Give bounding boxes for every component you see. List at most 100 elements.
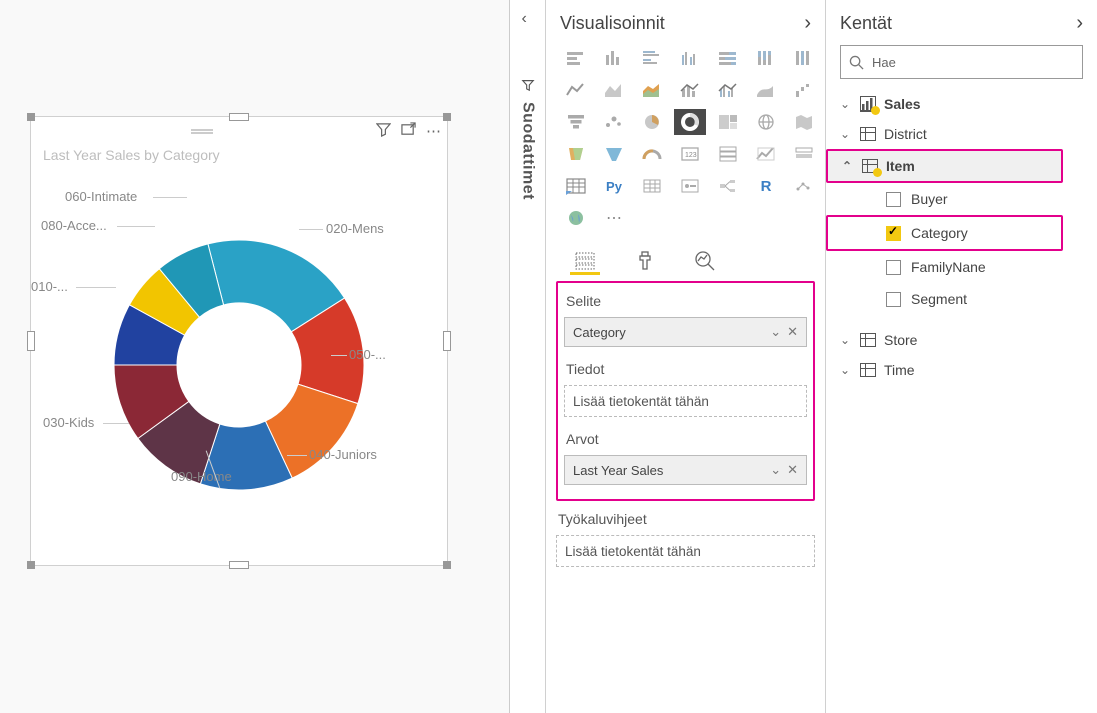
resize-handle[interactable] [443,113,451,121]
pie-icon[interactable] [636,109,668,135]
donut-chart-visual[interactable]: ⋯ Last Year Sales by Category 020-Mens 0… [30,116,448,566]
clustered-column-icon[interactable] [674,45,706,71]
slice-label: 060-Intimate [65,189,137,204]
fields-tab[interactable] [570,247,600,275]
values-well-label: Arvot [564,427,807,455]
field-category[interactable]: Category [828,217,1061,249]
hundred-stacked-bar-icon[interactable] [788,45,820,71]
search-icon [849,55,864,70]
chevron-down-icon[interactable]: ⌄ [770,324,781,340]
key-influencers-icon[interactable] [674,173,706,199]
more-visuals-icon[interactable]: ⋯ [598,205,630,231]
funnel-chart-icon[interactable] [598,141,630,167]
stacked-bar-icon[interactable] [560,45,592,71]
field-label: Buyer [911,191,948,207]
tooltips-well-empty[interactable]: Lisää tietokentät tähän [556,535,815,567]
svg-text:123: 123 [685,152,697,159]
table-sales[interactable]: ⌄ Sales [826,89,1097,119]
resize-handle[interactable] [229,113,249,121]
filter-icon[interactable] [376,122,391,141]
remove-icon[interactable]: ✕ [787,324,798,340]
values-well-item[interactable]: Last Year Sales ⌄ ✕ [564,455,807,485]
chevron-down-icon[interactable]: ⌄ [770,462,781,478]
field-label: Category [911,225,968,241]
slice-label: 010-... [31,279,68,294]
matrix-icon[interactable] [636,173,668,199]
funnel-icon[interactable] [560,109,592,135]
line-clustered-column-icon[interactable] [712,77,744,103]
table-icon [860,127,876,141]
field-buyer[interactable]: Buyer [826,183,1097,215]
format-tab[interactable] [630,247,660,275]
arcgis-icon[interactable] [560,205,592,231]
table-icon [860,363,876,377]
line-stacked-column-icon[interactable] [674,77,706,103]
fields-pane-title: Kentät [840,13,892,34]
chevron-down-icon: ⌄ [840,97,852,111]
scatter-icon[interactable] [598,109,630,135]
field-segment[interactable]: Segment [826,283,1097,315]
collapse-pane-icon[interactable]: › [804,12,811,35]
field-label: Segment [911,291,967,307]
slicer-icon[interactable] [788,141,820,167]
remove-icon[interactable]: ✕ [787,462,798,478]
checkbox-unchecked-icon[interactable] [886,192,901,207]
chevron-down-icon: ⌄ [840,333,852,347]
checkbox-checked-icon[interactable] [886,226,901,241]
line-chart-icon[interactable] [560,77,592,103]
table-time[interactable]: ⌄ Time [826,355,1097,385]
ribbon-chart-icon[interactable] [750,77,782,103]
report-canvas[interactable]: ⋯ Last Year Sales by Category 020-Mens 0… [0,0,510,713]
visualization-gallery: 123 Py R ⋯ [546,45,825,239]
checkbox-unchecked-icon[interactable] [886,260,901,275]
card-icon[interactable]: 123 [674,141,706,167]
highlighted-wells: Selite Category ⌄ ✕ Tiedot Lisää tietoke… [556,281,815,501]
decomposition-tree-icon[interactable] [712,173,744,199]
legend-well-label: Selite [564,289,807,317]
table-store[interactable]: ⌄ Store [826,325,1097,355]
clustered-bar-icon[interactable] [636,45,668,71]
legend-field-name: Category [573,325,626,340]
details-well-empty[interactable]: Lisää tietokentät tähän [564,385,807,417]
table-item[interactable]: ⌃ Item [828,151,1061,181]
legend-well-item[interactable]: Category ⌄ ✕ [564,317,807,347]
visualizations-pane-title: Visualisoinnit [560,13,665,34]
drag-grip-icon[interactable] [191,129,213,134]
shape-map-icon[interactable] [560,141,592,167]
slice-label: 050-... [349,347,386,362]
r-visual-icon[interactable]: R [750,173,782,199]
table-visual-icon[interactable] [560,173,592,199]
filled-map-icon[interactable] [788,109,820,135]
analytics-tab[interactable] [690,247,720,275]
fields-pane: Kentät › Hae ⌄ Sales ⌄ District ⌃ Item [826,0,1097,713]
donut-icon[interactable] [674,109,706,135]
stacked-column-icon[interactable] [598,45,630,71]
stacked-bar-100-icon[interactable] [712,45,744,71]
donut-chart[interactable]: 020-Mens 050-... 040-Juniors 090-Home 03… [31,167,447,563]
collapse-pane-icon[interactable]: › [1076,12,1083,35]
python-visual-icon[interactable]: Py [598,173,630,199]
filters-pane-collapsed[interactable]: ‹ Suodattimet [510,0,546,713]
slice-label: 030-Kids [43,415,94,430]
stacked-area-icon[interactable] [636,77,668,103]
field-familyname[interactable]: FamilyNane [826,251,1097,283]
fields-search-input[interactable]: Hae [840,45,1083,79]
expand-filters-icon[interactable]: ‹ [522,10,534,28]
more-options-icon[interactable]: ⋯ [426,122,441,140]
focus-mode-icon[interactable] [401,122,416,141]
map-icon[interactable] [750,109,782,135]
resize-handle[interactable] [27,113,35,121]
multi-row-card-icon[interactable] [712,141,744,167]
stacked-column-100-icon[interactable] [750,45,782,71]
waterfall-icon[interactable] [788,77,820,103]
table-district[interactable]: ⌄ District [826,119,1097,149]
area-chart-icon[interactable] [598,77,630,103]
treemap-icon[interactable] [712,109,744,135]
gauge-icon[interactable] [636,141,668,167]
qa-visual-icon[interactable] [788,173,820,199]
kpi-icon[interactable] [750,141,782,167]
checkbox-unchecked-icon[interactable] [886,292,901,307]
values-field-name: Last Year Sales [573,463,663,478]
details-well-label: Tiedot [564,357,807,385]
chevron-up-icon: ⌃ [842,159,854,173]
